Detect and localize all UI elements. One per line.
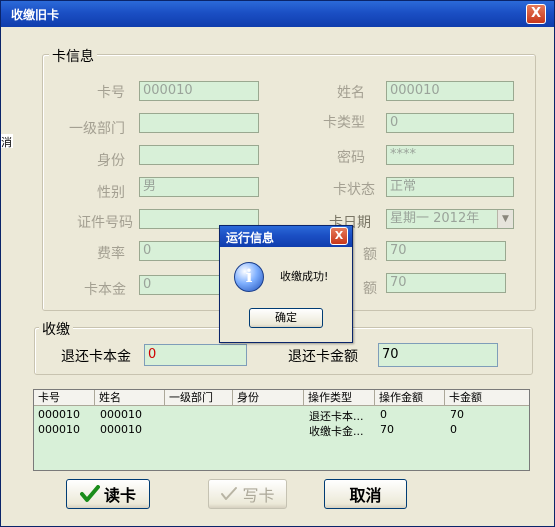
checkmark-icon xyxy=(221,487,238,500)
name-field: 000010 xyxy=(386,81,514,101)
dept-field xyxy=(139,113,259,133)
card-status-field: 正常 xyxy=(386,177,514,197)
card-info-legend: 卡信息 xyxy=(49,46,97,66)
checkmark-icon xyxy=(79,485,100,502)
close-window-icon[interactable]: X xyxy=(526,4,546,24)
cell-card-amount: 70 xyxy=(450,408,464,421)
table-row[interactable]: 000010 000010 收缴卡金... 70 0 xyxy=(34,423,529,438)
ok-button[interactable]: 确定 xyxy=(249,308,323,328)
card-no-field: 000010 xyxy=(139,81,259,101)
table-row[interactable]: 000010 000010 退还卡本... 0 70 xyxy=(34,408,529,423)
close-dialog-icon[interactable]: X xyxy=(330,227,348,245)
gender-label: 性别 xyxy=(97,185,125,201)
read-card-label: 读卡 xyxy=(103,486,136,505)
principal-label: 卡本金 xyxy=(84,282,126,298)
cell-op-type: 收缴卡金... xyxy=(309,425,364,438)
col-header-op-amount[interactable]: 操作金额 xyxy=(375,390,445,406)
operation-grid[interactable]: 卡号 姓名 一级部门 身份 操作类型 操作金额 卡金额 000010 00001… xyxy=(33,389,530,471)
dept-label: 一级部门 xyxy=(69,121,125,137)
col-header-dept[interactable]: 一级部门 xyxy=(165,390,233,406)
collect-legend: 收缴 xyxy=(39,319,73,339)
card-type-label: 卡类型 xyxy=(323,115,365,131)
id-number-label: 证件号码 xyxy=(77,215,133,231)
title-bar[interactable]: 收缴旧卡 X xyxy=(1,1,554,27)
password-field: **** xyxy=(386,145,514,165)
info-icon: i xyxy=(234,262,264,292)
col-header-card-no[interactable]: 卡号 xyxy=(34,390,95,406)
window-title: 收缴旧卡 xyxy=(11,8,60,22)
card-status-label: 卡状态 xyxy=(333,182,375,198)
message-dialog: 运行信息 X i 收缴成功! 确定 xyxy=(219,225,353,343)
background-window-strip: 消费 xyxy=(1,28,15,526)
password-label: 密码 xyxy=(337,150,365,166)
col-header-identity[interactable]: 身份 xyxy=(233,390,304,406)
dialog-title: 运行信息 xyxy=(226,231,275,245)
cell-op-amount: 0 xyxy=(380,408,387,421)
write-card-label: 写卡 xyxy=(242,486,275,505)
date-combo[interactable]: 星期一 2012年 ▼ xyxy=(386,209,514,229)
card-no-label: 卡号 xyxy=(97,85,125,101)
refund-principal-field[interactable]: 0 xyxy=(144,344,247,366)
col-header-card-amount[interactable]: 卡金额 xyxy=(445,390,529,406)
read-card-button[interactable]: 读卡 xyxy=(66,479,150,509)
write-card-button[interactable]: 写卡 xyxy=(208,479,287,509)
cell-card-no: 000010 xyxy=(38,408,80,421)
cell-card-no: 000010 xyxy=(38,423,80,436)
card-type-field: 0 xyxy=(386,113,514,133)
amount-field: 70 xyxy=(386,273,506,293)
cell-name: 000010 xyxy=(100,423,142,436)
balance-field: 70 xyxy=(386,241,506,261)
gender-field: 男 xyxy=(139,177,259,197)
dialog-message: 收缴成功! xyxy=(280,270,329,283)
refund-balance-label: 退还卡金额 xyxy=(288,349,358,365)
col-header-op-type[interactable]: 操作类型 xyxy=(304,390,375,406)
identity-field xyxy=(139,145,259,165)
chevron-down-icon[interactable]: ▼ xyxy=(497,210,513,228)
col-header-name[interactable]: 姓名 xyxy=(95,390,165,406)
refund-principal-label: 退还卡本金 xyxy=(61,349,131,365)
identity-label: 身份 xyxy=(97,153,125,169)
cell-card-amount: 0 xyxy=(450,423,457,436)
cell-op-amount: 70 xyxy=(380,423,394,436)
cancel-button[interactable]: 取消 xyxy=(324,479,407,509)
cell-name: 000010 xyxy=(100,408,142,421)
background-menu-fragment: 消费 xyxy=(1,134,13,148)
date-combo-value: 星期一 2012年 xyxy=(390,211,480,226)
cell-op-type: 退还卡本... xyxy=(309,410,364,423)
fee-rate-label: 费率 xyxy=(97,246,125,262)
dialog-title-bar[interactable]: 运行信息 X xyxy=(220,226,352,247)
name-label: 姓名 xyxy=(337,85,365,101)
refund-balance-field[interactable]: 70 xyxy=(378,343,498,367)
